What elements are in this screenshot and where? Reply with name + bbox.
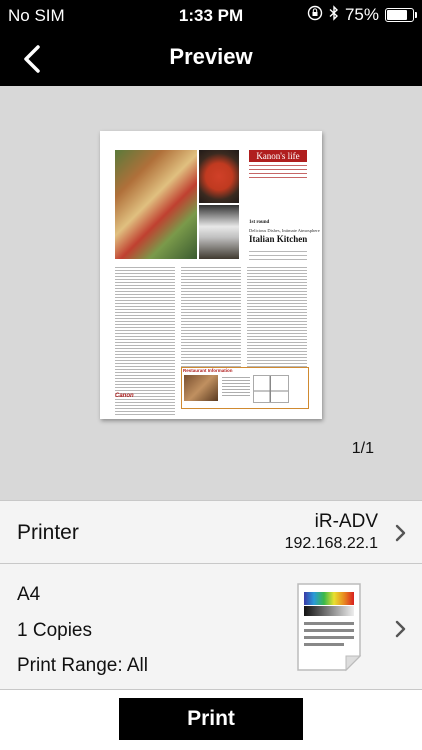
restaurant-photo — [184, 375, 218, 401]
article-headline: Italian Kitchen — [249, 234, 308, 244]
paper-size: A4 — [17, 584, 41, 605]
printer-row[interactable]: Printer iR-ADV 192.168.22.1 — [0, 500, 422, 564]
bluetooth-icon — [329, 5, 339, 25]
preview-area[interactable]: Kanon's life 1st round Delicious Dishes,… — [0, 86, 422, 500]
battery-icon — [385, 8, 417, 22]
color-document-icon — [297, 583, 362, 672]
text-column — [247, 267, 307, 367]
masthead: Kanon's life — [249, 150, 307, 162]
restaurant-info-title: Restaurant Information — [183, 368, 233, 373]
battery-percent: 75% — [344, 5, 379, 24]
credit-lines — [249, 251, 307, 261]
page-counter: 1/1 — [351, 440, 374, 457]
print-button[interactable]: Print — [119, 698, 303, 740]
print-settings-row[interactable]: A4 1 Copies Print Range: All — [0, 564, 422, 690]
brand-logo: Canon — [115, 393, 134, 399]
copies-count: 1 Copies — [17, 620, 92, 641]
subheadline: Delicious Dishes, Intimate Atmosphere — [249, 228, 320, 233]
chevron-right-icon — [395, 524, 406, 542]
print-range: Print Range: All — [17, 655, 148, 676]
map-graphic — [253, 375, 289, 403]
pizza-photo — [199, 150, 239, 203]
masthead-caption-lines — [249, 165, 307, 181]
printer-label: Printer — [17, 521, 79, 544]
status-indicators: 75% — [307, 5, 417, 25]
chef-photo — [199, 205, 239, 259]
status-bar: No SIM 1:33 PM 75% — [0, 0, 422, 32]
navigation-bar: Preview — [0, 32, 422, 86]
document-preview[interactable]: Kanon's life 1st round Delicious Dishes,… — [100, 131, 322, 419]
rotation-lock-icon — [307, 5, 323, 25]
pasta-photo — [115, 150, 197, 259]
page-title: Preview — [169, 44, 253, 69]
bottom-bar: Print — [0, 690, 422, 750]
text-column — [181, 267, 241, 367]
round-tag: 1st round — [249, 220, 270, 225]
printer-ip: 192.168.22.1 — [284, 535, 378, 552]
printer-name: iR-ADV — [314, 511, 378, 532]
chevron-right-icon — [395, 620, 406, 638]
battery-level — [387, 10, 408, 20]
restaurant-details — [222, 377, 250, 397]
